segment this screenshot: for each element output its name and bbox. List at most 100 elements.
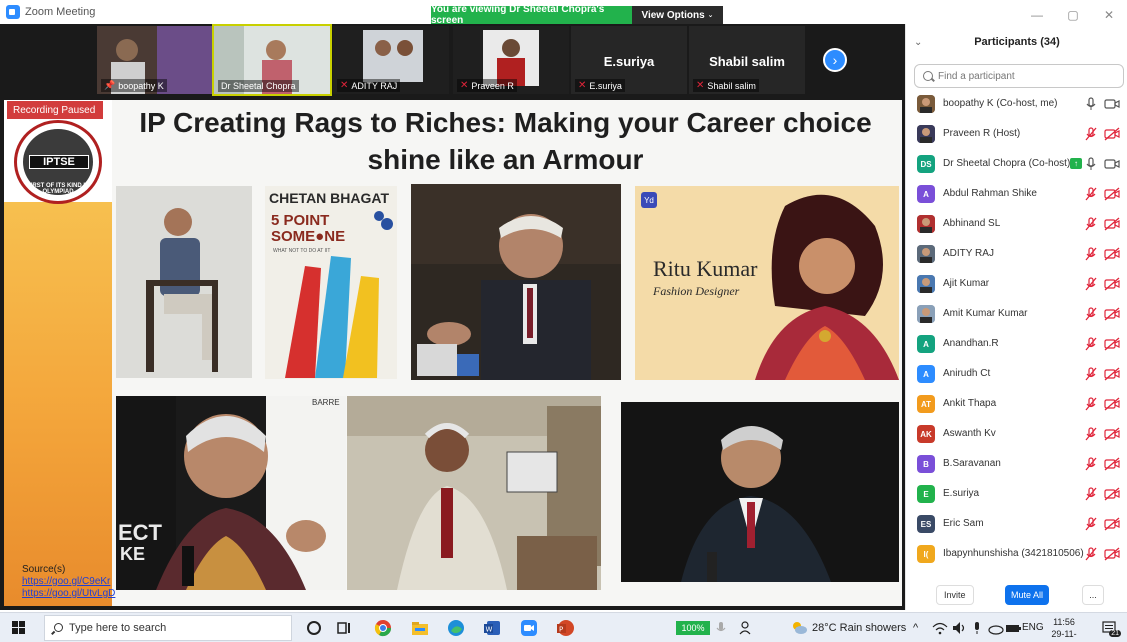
participant-row[interactable]: A Abdul Rahman Shike xyxy=(906,179,1127,209)
microphone-muted-icon[interactable] xyxy=(1084,456,1098,472)
panel-footer: Invite Mute All ... xyxy=(906,579,1127,609)
windows-start-icon[interactable] xyxy=(12,621,26,635)
participant-row[interactable]: E E.suriya xyxy=(906,479,1127,509)
video-thumbnail[interactable]: Shabil salim ✕ Shabil salim xyxy=(689,26,805,94)
avatar xyxy=(917,215,935,233)
edge-icon[interactable] xyxy=(447,619,465,637)
microphone-muted-icon[interactable] xyxy=(1084,396,1098,412)
chevron-right-icon: › xyxy=(832,52,838,68)
background-sign-text: KE xyxy=(120,544,146,564)
notification-center-button[interactable]: 21 xyxy=(1101,619,1121,637)
taskbar-clock[interactable]: 11:56 29-11-2021 xyxy=(1044,616,1084,642)
participant-row[interactable]: DS Dr Sheetal Chopra (Co-host) ↑ xyxy=(906,149,1127,179)
participant-row[interactable]: B B.Saravanan xyxy=(906,449,1127,479)
video-camera-off-icon[interactable] xyxy=(1104,336,1120,352)
microphone-tray-icon[interactable] xyxy=(712,619,730,637)
microphone-muted-icon[interactable] xyxy=(1084,306,1098,322)
video-camera-off-icon[interactable] xyxy=(1104,216,1120,232)
battery-icon[interactable] xyxy=(1004,619,1022,637)
microphone-muted-icon[interactable] xyxy=(1084,186,1098,202)
microphone-muted-icon[interactable] xyxy=(1084,216,1098,232)
participant-row[interactable]: AT Ankit Thapa xyxy=(906,389,1127,419)
window-title: Zoom Meeting xyxy=(25,6,96,18)
show-hidden-icons-icon[interactable]: ^ xyxy=(913,622,918,634)
video-camera-off-icon[interactable] xyxy=(1104,426,1120,442)
participant-row[interactable]: ADITY RAJ xyxy=(906,239,1127,269)
recording-paused-badge[interactable]: Recording Paused xyxy=(7,101,103,119)
microphone-muted-icon[interactable] xyxy=(1084,366,1098,382)
powerpoint-icon[interactable]: P xyxy=(556,619,574,637)
video-camera-off-icon[interactable] xyxy=(1104,486,1120,502)
participant-row[interactable]: I(Ibapynhunshisha (3421810506) xyxy=(906,539,1127,569)
word-icon[interactable]: W xyxy=(483,619,501,637)
cortana-icon[interactable] xyxy=(305,619,323,637)
video-camera-off-icon[interactable] xyxy=(1104,546,1120,562)
wifi-icon[interactable] xyxy=(931,619,949,637)
microphone-icon[interactable] xyxy=(1084,156,1098,172)
video-camera-off-icon[interactable] xyxy=(1104,126,1120,142)
microphone-muted-icon[interactable] xyxy=(1084,486,1098,502)
video-camera-icon[interactable] xyxy=(1104,156,1120,172)
participant-row[interactable]: Ajit Kumar xyxy=(906,269,1127,299)
video-thumbnail[interactable]: ✕ Praveen R xyxy=(453,26,569,94)
microphone-muted-icon[interactable] xyxy=(1084,516,1098,532)
video-camera-off-icon[interactable] xyxy=(1104,246,1120,262)
more-options-button[interactable]: ... xyxy=(1082,585,1104,605)
video-camera-off-icon[interactable] xyxy=(1104,186,1120,202)
video-camera-off-icon[interactable] xyxy=(1104,456,1120,472)
video-camera-off-icon[interactable] xyxy=(1104,306,1120,322)
meeting-stage: 📌 boopathy K Dr Sheetal Chopra ✕ ADITY R… xyxy=(0,24,905,610)
next-thumbnails-button[interactable]: › xyxy=(823,48,847,72)
video-camera-off-icon[interactable] xyxy=(1104,276,1120,292)
video-thumbnail[interactable]: 📌 boopathy K xyxy=(97,26,213,94)
task-view-icon[interactable] xyxy=(335,619,353,637)
weather-icon xyxy=(793,622,807,634)
participant-row[interactable]: A Anandhan.R xyxy=(906,329,1127,359)
avatar: A xyxy=(917,335,935,353)
microphone-muted-icon[interactable] xyxy=(1084,276,1098,292)
participant-row[interactable]: AK Aswanth Kv xyxy=(906,419,1127,449)
mic-muted-icon: ✕ xyxy=(696,80,705,91)
participant-row[interactable]: Praveen R (Host) xyxy=(906,119,1127,149)
video-camera-off-icon[interactable] xyxy=(1104,366,1120,382)
video-thumbnail[interactable]: E.suriya ✕ E.suriya xyxy=(571,26,687,94)
source-link[interactable]: https://goo.gl/UtvLgD xyxy=(22,588,115,600)
zoom-percentage-badge[interactable]: 100% xyxy=(676,621,710,635)
video-thumbnail-strip: 📌 boopathy K Dr Sheetal Chopra ✕ ADITY R… xyxy=(0,24,905,96)
microphone-muted-icon[interactable] xyxy=(1084,426,1098,442)
file-explorer-icon[interactable] xyxy=(411,619,429,637)
invite-button[interactable]: Invite xyxy=(936,585,974,605)
view-options-button[interactable]: View Options ⌄ xyxy=(632,6,723,24)
participant-row[interactable]: boopathy K (Co-host, me) xyxy=(906,89,1127,119)
microphone-muted-icon[interactable] xyxy=(1084,546,1098,562)
participant-row[interactable]: ES Eric Sam xyxy=(906,509,1127,539)
mute-all-button[interactable]: Mute All xyxy=(1005,585,1050,605)
source-link[interactable]: https://goo.gl/C9eKr xyxy=(22,576,115,588)
language-indicator[interactable]: ENG xyxy=(1022,622,1044,633)
video-thumbnail[interactable]: ✕ ADITY RAJ xyxy=(333,26,449,94)
taskbar-search-input[interactable]: Type here to search xyxy=(44,615,292,641)
microphone-muted-icon[interactable] xyxy=(1084,126,1098,142)
mic-tray-icon[interactable] xyxy=(968,619,986,637)
avatar: B xyxy=(917,455,935,473)
microphone-muted-icon[interactable] xyxy=(1084,246,1098,262)
video-thumbnail[interactable]: Dr Sheetal Chopra xyxy=(212,24,332,96)
participant-row[interactable]: Abhinand SL xyxy=(906,209,1127,239)
participant-search-input[interactable]: Find a participant xyxy=(914,64,1124,88)
zoom-taskbar-icon[interactable] xyxy=(520,619,538,637)
chrome-icon[interactable] xyxy=(374,619,392,637)
participant-row[interactable]: A Anirudh Ct xyxy=(906,359,1127,389)
video-camera-off-icon[interactable] xyxy=(1104,516,1120,532)
people-icon[interactable] xyxy=(738,619,756,637)
weather-text[interactable]: 28°C Rain showers xyxy=(812,622,906,634)
avatar: AT xyxy=(917,395,935,413)
volume-icon[interactable] xyxy=(950,619,968,637)
participant-row[interactable]: Amit Kumar Kumar xyxy=(906,299,1127,329)
video-camera-icon[interactable] xyxy=(1104,96,1120,112)
microphone-icon[interactable] xyxy=(1084,96,1098,112)
thumbnail-big-name: E.suriya xyxy=(603,54,655,69)
onedrive-icon[interactable] xyxy=(986,619,1004,637)
video-camera-off-icon[interactable] xyxy=(1104,396,1120,412)
shared-slide: IPTSE FIRST OF ITS KIND IP OLYMPIAD Reco… xyxy=(4,100,902,606)
microphone-muted-icon[interactable] xyxy=(1084,336,1098,352)
